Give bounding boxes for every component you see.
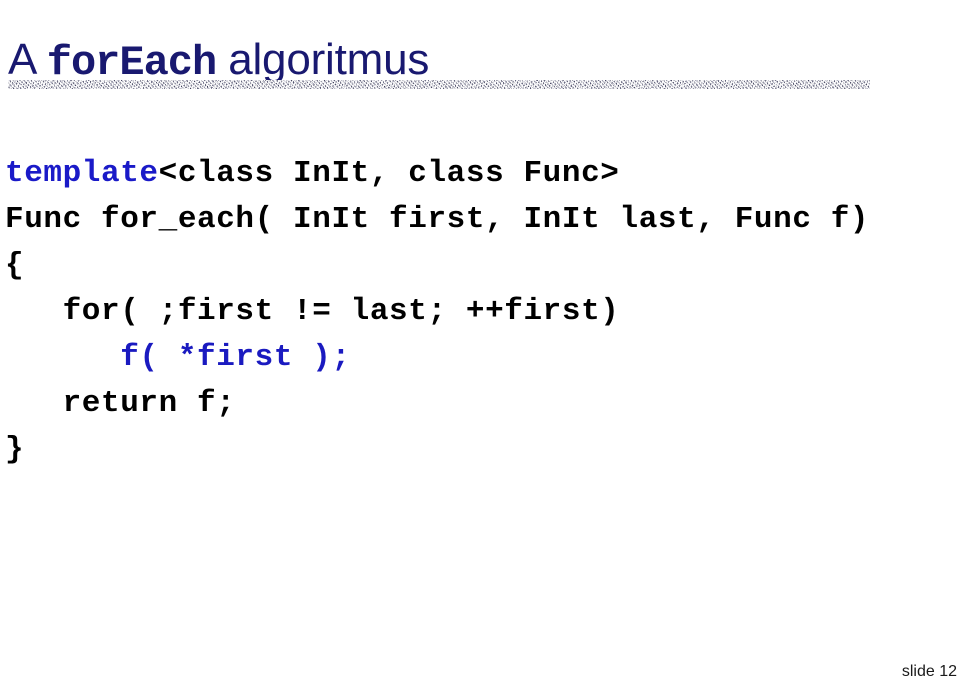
code-line: f( *first ); xyxy=(5,335,955,381)
code-line: return f; xyxy=(5,381,955,427)
code-line: for( ;first != last; ++first) xyxy=(5,289,955,335)
code-line: Func for_each( InIt first, InIt last, Fu… xyxy=(5,197,955,243)
code-token-plain: Func for_each( InIt first, InIt last, Fu… xyxy=(5,202,870,237)
code-line: } xyxy=(5,427,955,473)
code-token-plain: for( ;first != last; ++first) xyxy=(5,294,620,329)
page-title-suffix: algoritmus xyxy=(216,35,430,85)
code-token-plain: } xyxy=(5,432,25,467)
code-block: template<class InIt, class Func> Func for… xyxy=(5,151,955,473)
code-token-highlight: f( *first ); xyxy=(5,340,351,375)
slide-number-footer: slide 12 xyxy=(901,663,957,680)
code-line: { xyxy=(5,243,955,289)
slide-canvas: A forEach algoritmus template<class InIt… xyxy=(0,0,960,685)
code-line: template<class InIt, class Func> xyxy=(5,151,955,197)
code-token-plain: <class InIt, class Func> xyxy=(158,156,620,191)
code-token-keyword: template xyxy=(5,156,159,191)
speckled-rule-divider xyxy=(8,80,870,89)
code-token-plain: return f; xyxy=(5,386,236,421)
code-token-plain: { xyxy=(5,248,25,283)
page-title-prefix: A xyxy=(8,35,47,85)
